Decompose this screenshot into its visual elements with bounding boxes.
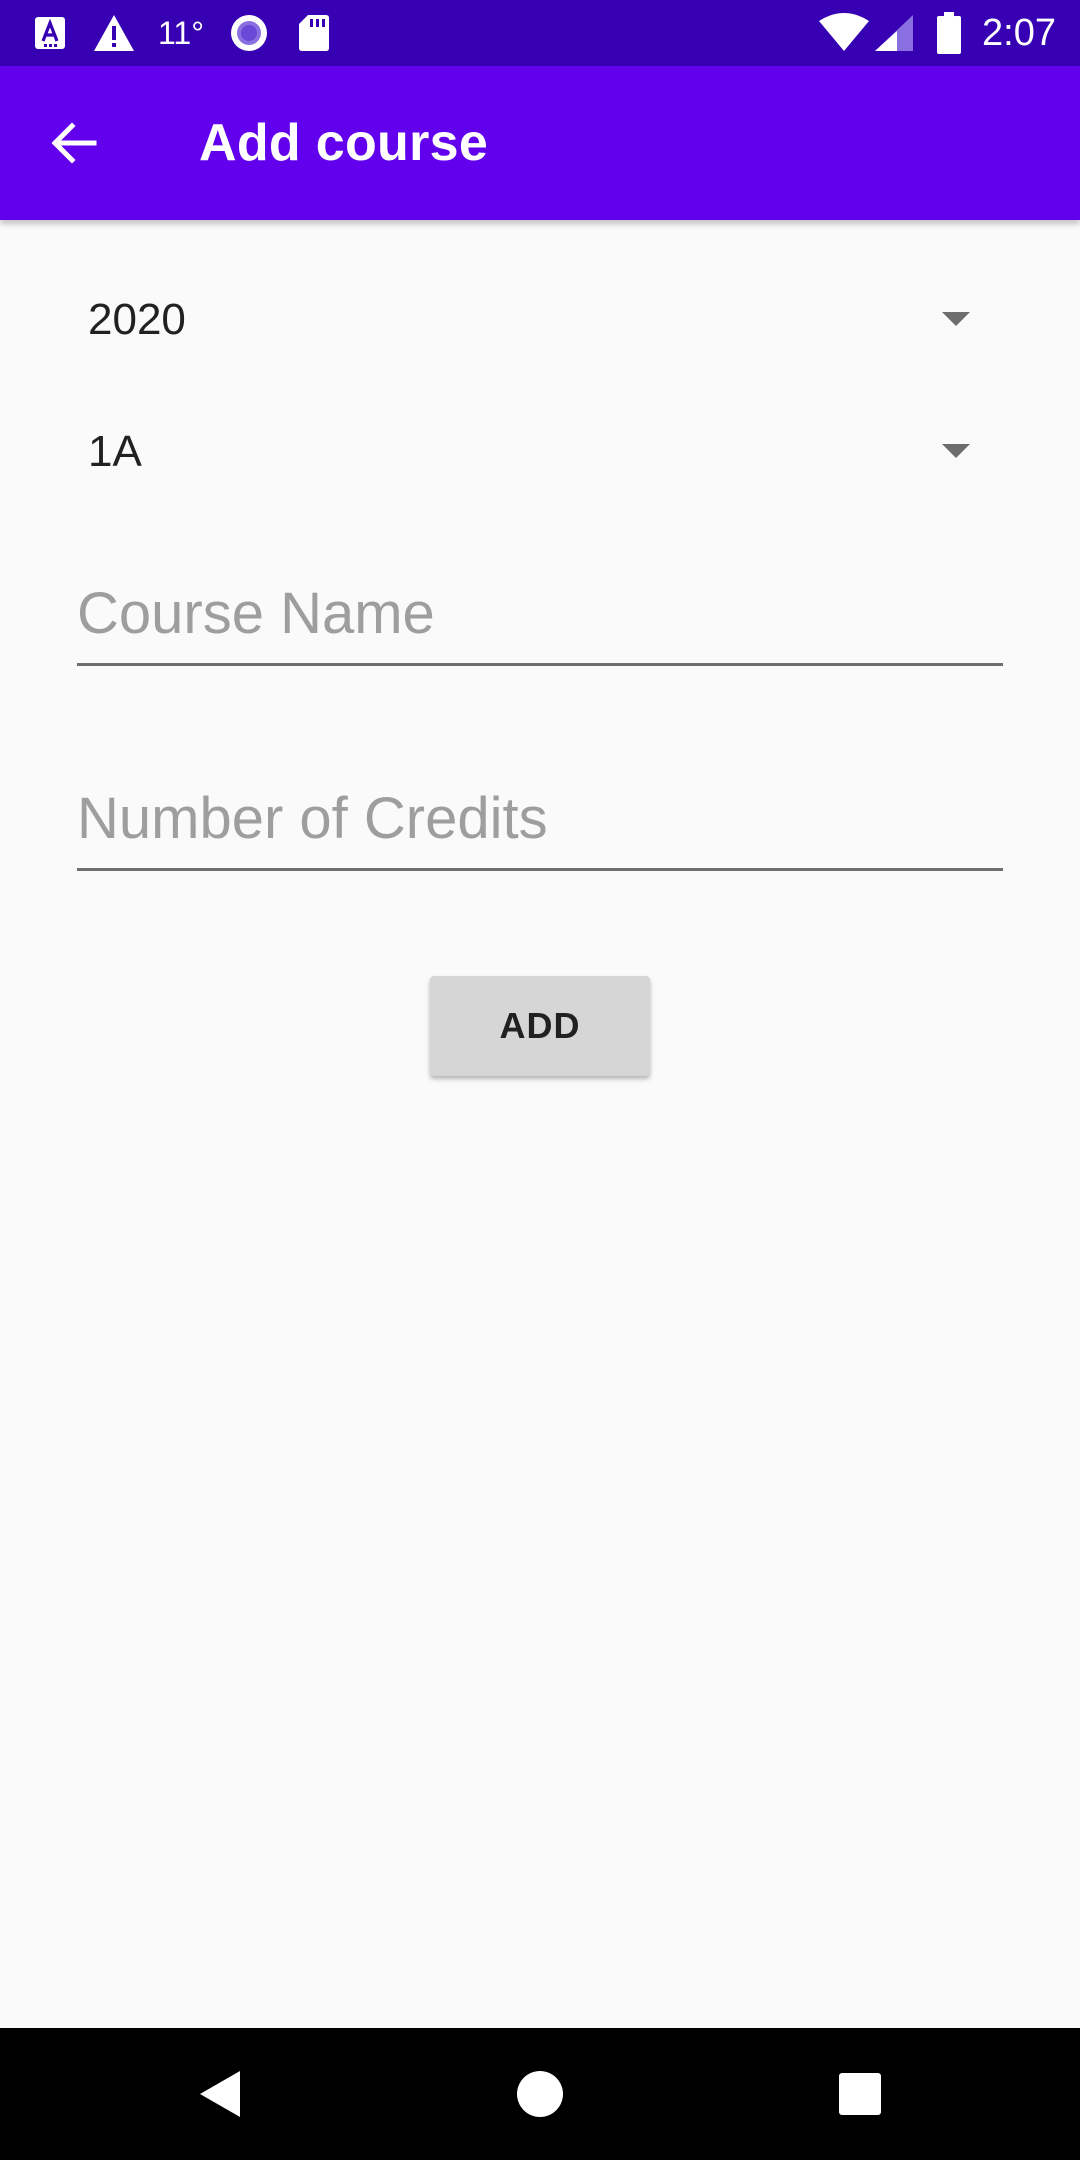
sd-card-icon	[296, 11, 332, 55]
screen: 11° 2:07 Add course 2020 1A Course Name …	[0, 0, 1080, 2160]
year-spinner-value: 2020	[88, 295, 186, 344]
status-temperature: 11°	[158, 15, 205, 51]
accessibility-a-icon	[32, 11, 68, 55]
credits-input[interactable]	[77, 775, 1003, 871]
nav-back-button[interactable]	[180, 2054, 260, 2134]
dropdown-arrow-icon	[942, 312, 970, 326]
battery-icon	[934, 11, 964, 55]
status-bar: 11° 2:07	[0, 0, 1080, 66]
media-record-icon	[228, 11, 270, 55]
back-button[interactable]	[36, 105, 112, 181]
warning-icon	[92, 11, 136, 55]
cellular-signal-icon	[872, 11, 916, 55]
nav-recents-button[interactable]	[820, 2054, 900, 2134]
navigation-bar	[0, 2028, 1080, 2160]
page-title: Add course	[199, 114, 489, 172]
year-spinner[interactable]: 2020	[78, 270, 1002, 370]
nav-home-icon	[517, 2071, 563, 2117]
arrow-back-icon	[51, 122, 97, 164]
term-spinner[interactable]: 1A	[78, 402, 1002, 502]
nav-recents-icon	[839, 2073, 881, 2115]
dropdown-arrow-icon	[942, 444, 970, 458]
app-bar: Add course	[0, 66, 1080, 220]
add-button[interactable]: ADD	[430, 976, 650, 1076]
nav-back-icon	[200, 2071, 240, 2117]
nav-home-button[interactable]	[500, 2054, 580, 2134]
wifi-icon	[818, 11, 870, 55]
term-spinner-value: 1A	[88, 427, 142, 476]
course-name-input[interactable]	[77, 570, 1003, 666]
status-time: 2:07	[982, 12, 1056, 54]
